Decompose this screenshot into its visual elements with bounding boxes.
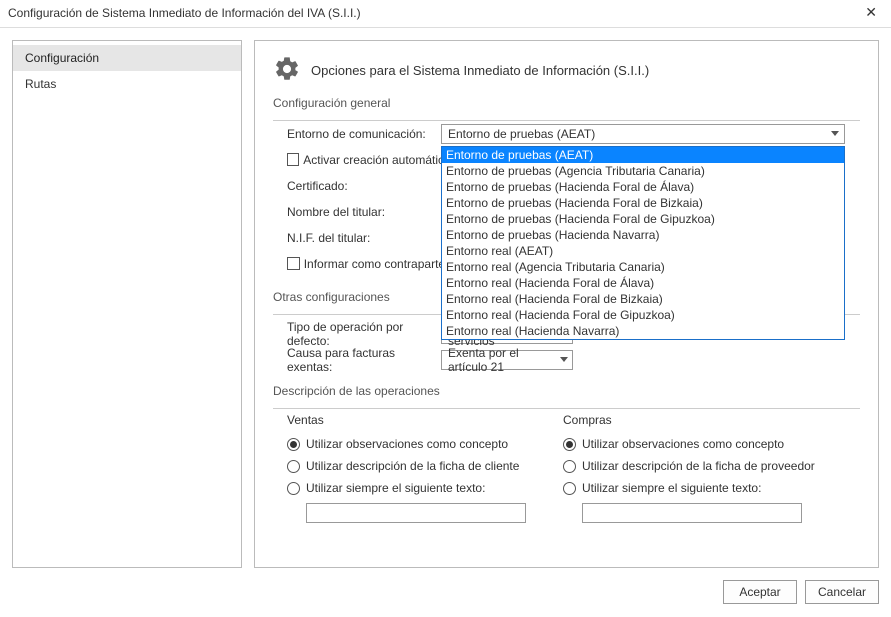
compras-opt1-label: Utilizar observaciones como concepto <box>582 437 784 451</box>
divider <box>273 408 860 409</box>
compras-opt3[interactable]: Utilizar siempre el siguiente texto: <box>563 477 839 499</box>
ventas-opt3-label: Utilizar siempre el siguiente texto: <box>306 481 485 495</box>
ventas-opt2[interactable]: Utilizar descripción de la ficha de clie… <box>287 455 563 477</box>
causa-label: Causa para facturas exentas: <box>273 346 441 374</box>
entorno-value: Entorno de pruebas (AEAT) <box>448 127 595 141</box>
nif-label: N.I.F. del titular: <box>273 231 441 245</box>
page-title: Opciones para el Sistema Inmediato de In… <box>311 63 649 78</box>
chevron-down-icon <box>828 126 842 142</box>
entorno-option[interactable]: Entorno de pruebas (AEAT) <box>442 147 844 163</box>
entorno-option[interactable]: Entorno real (Hacienda Navarra) <box>442 323 844 339</box>
sidebar-item-configuracion[interactable]: Configuración <box>13 45 241 71</box>
causa-value: Exenta por el artículo 21 <box>448 346 558 374</box>
radio-icon <box>563 438 576 451</box>
sidebar-item-label: Configuración <box>25 51 99 65</box>
ventas-opt1-label: Utilizar observaciones como concepto <box>306 437 508 451</box>
radio-icon <box>287 482 300 495</box>
compras-column: Compras Utilizar observaciones como conc… <box>563 413 839 523</box>
certificado-label: Certificado: <box>273 179 441 193</box>
section-title-general: Configuración general <box>273 96 860 110</box>
ventas-opt2-label: Utilizar descripción de la ficha de clie… <box>306 459 519 473</box>
entorno-option[interactable]: Entorno de pruebas (Hacienda Foral de Bi… <box>442 195 844 211</box>
entorno-dropdown-list[interactable]: Entorno de pruebas (AEAT)Entorno de prue… <box>441 146 845 340</box>
informar-checkbox[interactable] <box>287 257 300 270</box>
entorno-label: Entorno de comunicación: <box>273 127 441 141</box>
radio-icon <box>287 460 300 473</box>
ventas-text-input[interactable] <box>306 503 526 523</box>
entorno-option[interactable]: Entorno real (Agencia Tributaria Canaria… <box>442 259 844 275</box>
window-title: Configuración de Sistema Inmediato de In… <box>8 6 361 20</box>
title-bar: Configuración de Sistema Inmediato de In… <box>0 0 891 28</box>
radio-icon <box>287 438 300 451</box>
nombre-label: Nombre del titular: <box>273 205 441 219</box>
informar-label: Informar como contraparte <box>304 257 441 271</box>
tipo-label: Tipo de operación por defecto: <box>273 320 441 348</box>
accept-button[interactable]: Aceptar <box>723 580 797 604</box>
section-descripcion: Descripción de las operaciones Ventas Ut… <box>273 384 860 523</box>
compras-opt1[interactable]: Utilizar observaciones como concepto <box>563 433 839 455</box>
compras-opt3-label: Utilizar siempre el siguiente texto: <box>582 481 761 495</box>
compras-text-input[interactable] <box>582 503 802 523</box>
entorno-select[interactable]: Entorno de pruebas (AEAT) <box>441 124 845 144</box>
ventas-opt1[interactable]: Utilizar observaciones como concepto <box>287 433 563 455</box>
ventas-heading: Ventas <box>287 413 563 427</box>
section-title-descripcion: Descripción de las operaciones <box>273 384 860 398</box>
entorno-option[interactable]: Entorno real (Hacienda Foral de Gipuzkoa… <box>442 307 844 323</box>
entorno-option[interactable]: Entorno de pruebas (Hacienda Foral de Gi… <box>442 211 844 227</box>
radio-icon <box>563 460 576 473</box>
entorno-option[interactable]: Entorno real (Hacienda Foral de Álava) <box>442 275 844 291</box>
dialog-footer: Aceptar Cancelar <box>0 580 891 616</box>
sidebar-item-rutas[interactable]: Rutas <box>13 71 241 97</box>
cancel-button[interactable]: Cancelar <box>805 580 879 604</box>
close-icon[interactable]: ✕ <box>859 2 883 23</box>
ventas-column: Ventas Utilizar observaciones como conce… <box>287 413 563 523</box>
compras-heading: Compras <box>563 413 839 427</box>
sidebar-item-label: Rutas <box>25 77 56 91</box>
main-panel: Opciones para el Sistema Inmediato de In… <box>254 40 879 568</box>
compras-opt2[interactable]: Utilizar descripción de la ficha de prov… <box>563 455 839 477</box>
causa-select[interactable]: Exenta por el artículo 21 <box>441 350 573 370</box>
entorno-option[interactable]: Entorno real (Hacienda Foral de Bizkaia) <box>442 291 844 307</box>
compras-opt2-label: Utilizar descripción de la ficha de prov… <box>582 459 815 473</box>
ventas-opt3[interactable]: Utilizar siempre el siguiente texto: <box>287 477 563 499</box>
chevron-down-icon <box>558 352 570 368</box>
entorno-option[interactable]: Entorno de pruebas (Hacienda Foral de Ál… <box>442 179 844 195</box>
gear-icon <box>273 55 301 86</box>
activar-label: Activar creación automática <box>303 153 441 167</box>
activar-checkbox[interactable] <box>287 153 299 166</box>
entorno-option[interactable]: Entorno de pruebas (Agencia Tributaria C… <box>442 163 844 179</box>
section-general: Configuración general Entorno de comunic… <box>273 96 860 276</box>
sidebar: Configuración Rutas <box>12 40 242 568</box>
entorno-option[interactable]: Entorno real (AEAT) <box>442 243 844 259</box>
radio-icon <box>563 482 576 495</box>
entorno-option[interactable]: Entorno de pruebas (Hacienda Navarra) <box>442 227 844 243</box>
